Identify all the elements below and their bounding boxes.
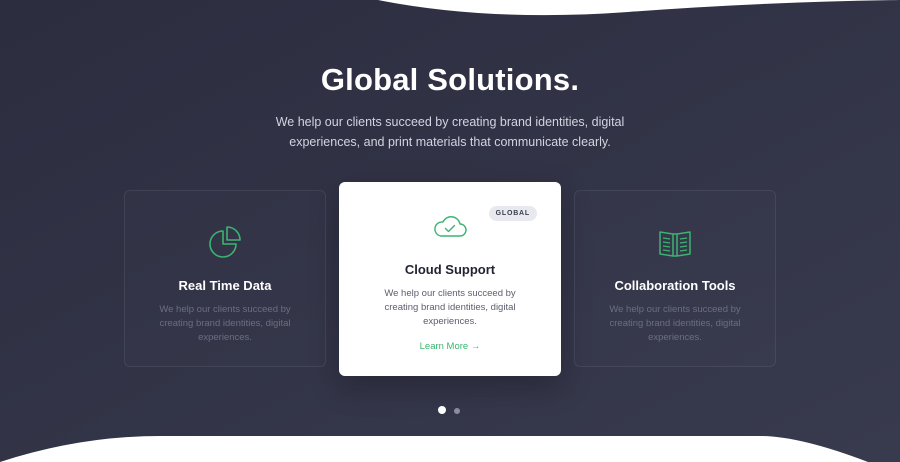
card-collaboration-tools[interactable]: Collaboration Tools We help our clients … xyxy=(574,190,776,367)
carousel-dot-active[interactable] xyxy=(438,406,446,414)
card-title: Collaboration Tools xyxy=(614,278,736,293)
card-description: We help our clients succeed by creating … xyxy=(159,304,291,343)
carousel-dot[interactable] xyxy=(454,408,460,414)
section-title: Global Solutions. xyxy=(320,62,580,97)
card-title: Real Time Data xyxy=(178,278,272,293)
carousel-pagination xyxy=(438,406,468,416)
card-real-time-data[interactable]: Real Time Data We help our clients succe… xyxy=(124,190,326,367)
global-badge: GLOBAL xyxy=(488,206,537,221)
cloud-check-icon xyxy=(434,216,467,237)
card-description: We help our clients succeed by creating … xyxy=(384,288,516,327)
pie-chart-icon xyxy=(209,226,241,258)
page: Global Solutions. We help our clients su… xyxy=(0,0,900,462)
card-description: We help our clients succeed by creating … xyxy=(609,304,741,343)
learn-more-link[interactable]: Learn More → xyxy=(339,341,561,352)
open-book-icon xyxy=(659,231,691,257)
section-subtitle: We help our clients succeed by creating … xyxy=(275,115,625,149)
solutions-section: Global Solutions. We help our clients su… xyxy=(0,0,900,462)
card-title: Cloud Support xyxy=(404,262,496,277)
card-cloud-support[interactable]: GLOBAL Cloud Support We help our clients… xyxy=(339,182,561,376)
